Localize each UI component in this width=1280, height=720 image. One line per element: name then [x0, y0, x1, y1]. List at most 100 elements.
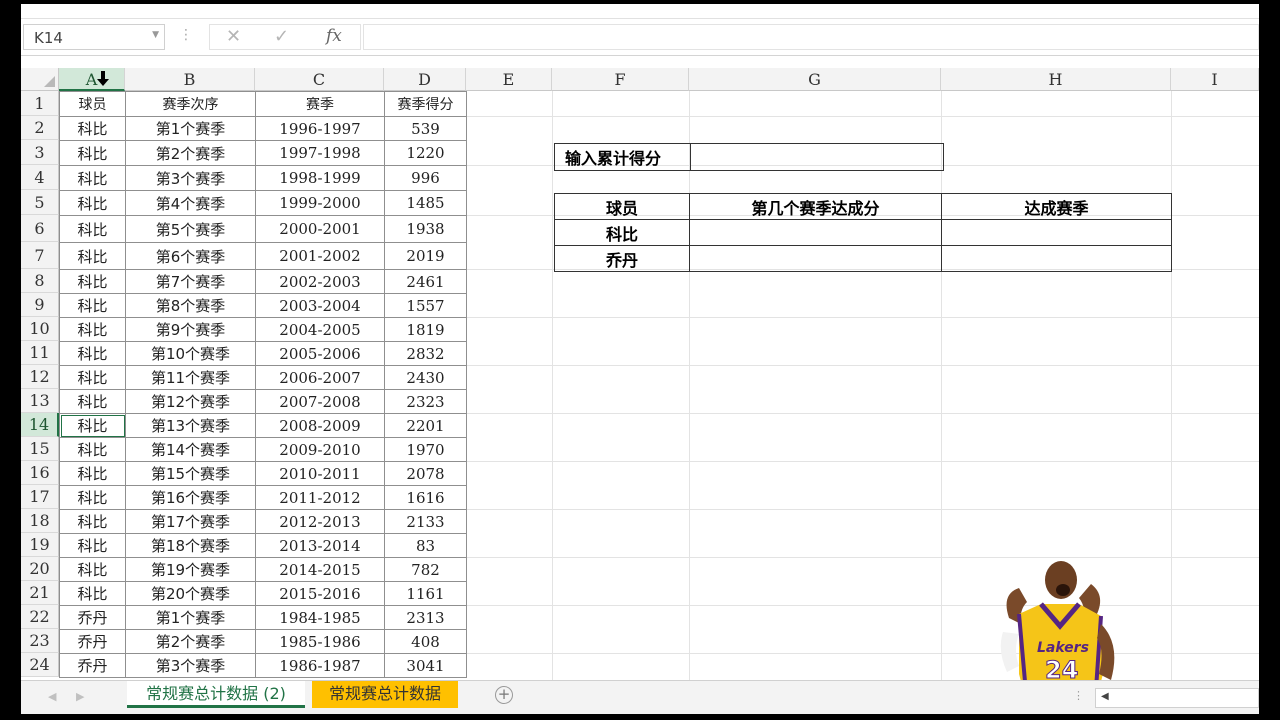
- season-cell[interactable]: 2003-2004: [255, 293, 385, 318]
- player-cell[interactable]: 科比: [59, 365, 126, 390]
- enter-icon[interactable]: ✓: [274, 26, 289, 47]
- row-header[interactable]: 2: [21, 116, 59, 140]
- row-header[interactable]: 5: [21, 190, 59, 215]
- season-order-cell[interactable]: 第3个赛季: [125, 653, 256, 678]
- season-order-cell[interactable]: 第7个赛季: [125, 269, 256, 294]
- player-cell[interactable]: 科比: [59, 581, 126, 606]
- season-score-cell[interactable]: 1161: [384, 581, 467, 606]
- season-order-cell[interactable]: 第1个赛季: [125, 116, 256, 141]
- season-order-cell[interactable]: 第20个赛季: [125, 581, 256, 606]
- column-header-g[interactable]: G: [689, 68, 941, 91]
- player-cell[interactable]: 乔丹: [59, 605, 126, 630]
- season-cell[interactable]: 1985-1986: [255, 629, 385, 654]
- row-header[interactable]: 14: [21, 413, 59, 437]
- season-score-cell[interactable]: 1938: [384, 215, 467, 243]
- chevron-down-icon[interactable]: ▼: [152, 30, 159, 40]
- column-header-e[interactable]: E: [466, 68, 552, 91]
- season-order-cell[interactable]: 第13个赛季: [125, 413, 256, 438]
- season-order-cell[interactable]: 第17个赛季: [125, 509, 256, 534]
- player-cell[interactable]: 科比: [59, 461, 126, 486]
- scroll-left-icon[interactable]: ◀: [48, 690, 56, 703]
- season-order-cell[interactable]: 第2个赛季: [125, 140, 256, 166]
- season-score-cell[interactable]: 1557: [384, 293, 467, 318]
- sheet-tab-active[interactable]: 常规赛总计数据 (2): [127, 681, 305, 708]
- season-score-cell[interactable]: 1485: [384, 190, 467, 216]
- season-order-cell[interactable]: 第16个赛季: [125, 485, 256, 510]
- player-cell[interactable]: 科比: [59, 389, 126, 414]
- select-all-button[interactable]: [21, 68, 59, 91]
- row-header[interactable]: 7: [21, 242, 59, 269]
- player-cell[interactable]: 科比: [59, 190, 126, 216]
- player-cell[interactable]: 乔丹: [59, 629, 126, 654]
- season-cell[interactable]: 1986-1987: [255, 653, 385, 678]
- player-cell[interactable]: 科比: [59, 437, 126, 462]
- row-header[interactable]: 13: [21, 389, 59, 413]
- season-score-cell[interactable]: 83: [384, 533, 467, 558]
- season-order-cell[interactable]: 第4个赛季: [125, 190, 256, 216]
- season-score-cell[interactable]: 2461: [384, 269, 467, 294]
- result-header-cell[interactable]: 第几个赛季达成分: [689, 193, 942, 220]
- result-player-cell[interactable]: 乔丹: [554, 245, 690, 272]
- player-cell[interactable]: 科比: [59, 140, 126, 166]
- row-header[interactable]: 23: [21, 629, 59, 653]
- result-season-cell[interactable]: [941, 219, 1172, 246]
- season-order-cell[interactable]: 第12个赛季: [125, 389, 256, 414]
- season-score-cell[interactable]: 1970: [384, 437, 467, 462]
- season-order-cell[interactable]: 第5个赛季: [125, 215, 256, 243]
- row-header[interactable]: 9: [21, 293, 59, 317]
- player-cell[interactable]: 科比: [59, 116, 126, 141]
- row-header[interactable]: 16: [21, 461, 59, 485]
- season-score-cell[interactable]: 2133: [384, 509, 467, 534]
- season-cell[interactable]: 1996-1997: [255, 116, 385, 141]
- season-cell[interactable]: 2014-2015: [255, 557, 385, 582]
- result-season-index-cell[interactable]: [689, 245, 942, 272]
- season-cell[interactable]: 2010-2011: [255, 461, 385, 486]
- player-cell[interactable]: 科比: [59, 533, 126, 558]
- sheet-tab[interactable]: 常规赛总计数据: [312, 681, 458, 708]
- row-header[interactable]: 11: [21, 341, 59, 365]
- resize-handle-icon[interactable]: ⋮: [1073, 689, 1084, 702]
- result-header-cell[interactable]: 达成赛季: [941, 193, 1172, 220]
- result-header-cell[interactable]: 球员: [554, 193, 690, 220]
- player-cell[interactable]: 科比: [59, 317, 126, 342]
- column-header-a[interactable]: A: [59, 68, 125, 91]
- row-header[interactable]: 21: [21, 581, 59, 605]
- season-cell[interactable]: 2012-2013: [255, 509, 385, 534]
- season-cell[interactable]: 2001-2002: [255, 242, 385, 270]
- season-order-cell[interactable]: 第11个赛季: [125, 365, 256, 390]
- add-sheet-icon[interactable]: +: [495, 686, 513, 704]
- player-cell[interactable]: 科比: [59, 341, 126, 366]
- cancel-icon[interactable]: ✕: [226, 26, 241, 47]
- season-score-cell[interactable]: 1819: [384, 317, 467, 342]
- row-header[interactable]: 18: [21, 509, 59, 533]
- row-header[interactable]: 17: [21, 485, 59, 509]
- season-cell[interactable]: 2000-2001: [255, 215, 385, 243]
- header-cell[interactable]: 赛季得分: [384, 91, 467, 117]
- season-order-cell[interactable]: 第10个赛季: [125, 341, 256, 366]
- season-cell[interactable]: 2002-2003: [255, 269, 385, 294]
- season-cell[interactable]: 2005-2006: [255, 341, 385, 366]
- row-header[interactable]: 3: [21, 140, 59, 165]
- drag-handle-icon[interactable]: ⋮: [179, 27, 193, 43]
- column-header-i[interactable]: I: [1171, 68, 1259, 91]
- season-order-cell[interactable]: 第14个赛季: [125, 437, 256, 462]
- season-cell[interactable]: 2015-2016: [255, 581, 385, 606]
- season-cell[interactable]: 1997-1998: [255, 140, 385, 166]
- scroll-right-icon[interactable]: ▶: [76, 690, 84, 703]
- column-header-c[interactable]: C: [255, 68, 384, 91]
- season-score-cell[interactable]: 2078: [384, 461, 467, 486]
- season-score-cell[interactable]: 408: [384, 629, 467, 654]
- formula-input[interactable]: [363, 24, 1259, 50]
- season-score-cell[interactable]: 782: [384, 557, 467, 582]
- header-cell[interactable]: 赛季次序: [125, 91, 256, 117]
- season-cell[interactable]: 2013-2014: [255, 533, 385, 558]
- player-cell[interactable]: 科比: [59, 293, 126, 318]
- season-cell[interactable]: 1984-1985: [255, 605, 385, 630]
- result-season-cell[interactable]: [941, 245, 1172, 272]
- row-header[interactable]: 24: [21, 653, 59, 677]
- season-score-cell[interactable]: 3041: [384, 653, 467, 678]
- row-header[interactable]: 20: [21, 557, 59, 581]
- season-score-cell[interactable]: 539: [384, 116, 467, 141]
- player-cell[interactable]: 科比: [59, 269, 126, 294]
- column-header-b[interactable]: B: [125, 68, 255, 91]
